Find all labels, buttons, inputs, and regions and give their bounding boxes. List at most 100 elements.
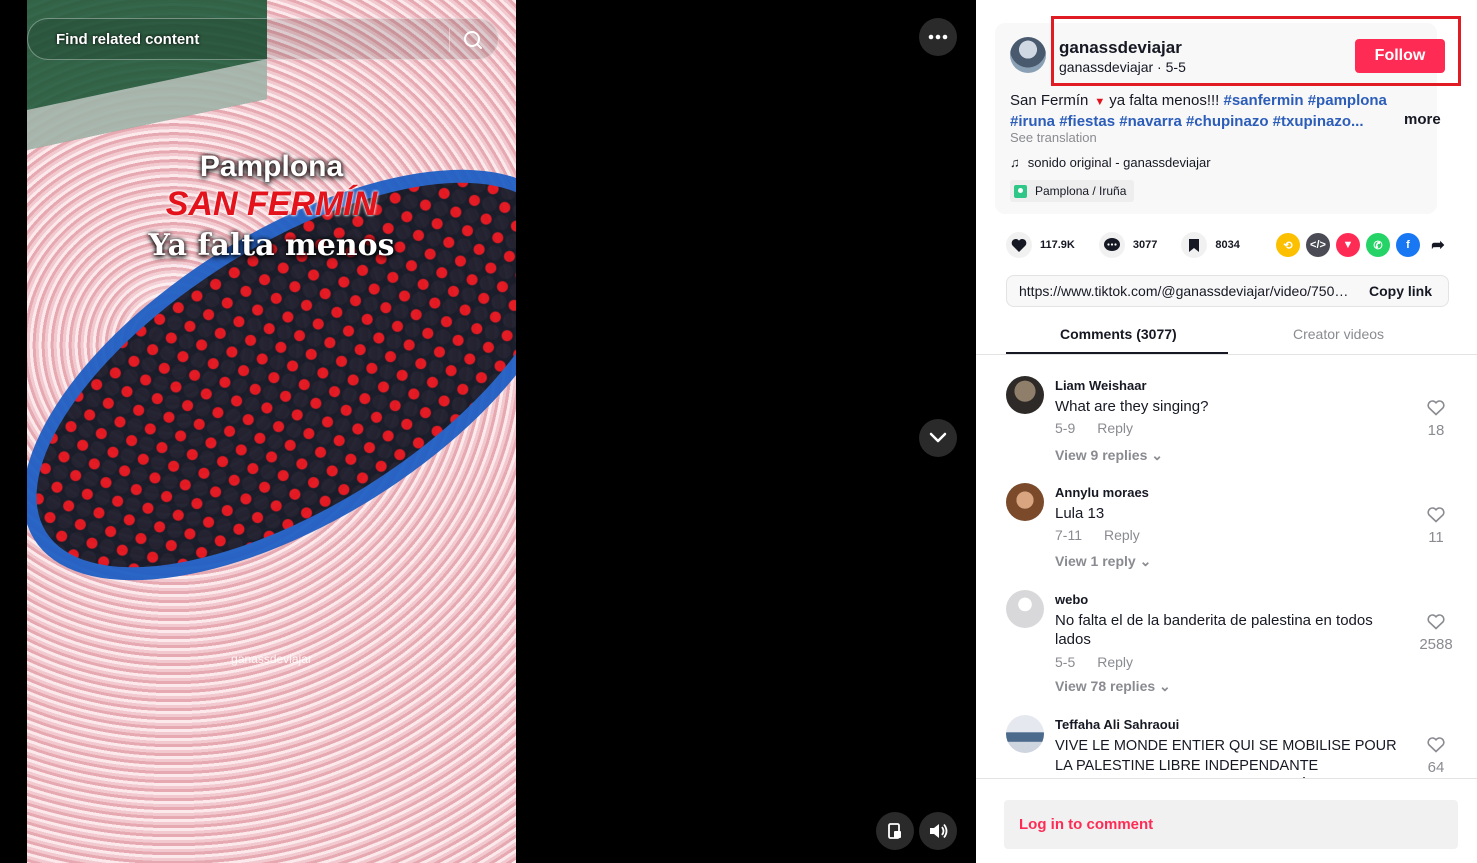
comment-like[interactable]: 2588 (1412, 614, 1460, 653)
comment-list: Liam Weishaar What are they singing? 5-9… (976, 356, 1477, 778)
hashtag-link[interactable]: #txupinazo... (1273, 113, 1364, 130)
author-subline: ganassdeviajar · 5-5 (1059, 59, 1186, 75)
comment-date: 5-9 (1055, 420, 1076, 436)
comment-like[interactable]: 11 (1420, 507, 1452, 546)
video-player-area: Pamplona SAN FERMÍN Ya falta menos ganas… (0, 0, 976, 863)
view-replies-label: View 1 reply (1055, 553, 1136, 569)
bookmark-icon (1181, 232, 1208, 258)
chevron-down-icon[interactable] (919, 419, 957, 457)
comment-username[interactable]: Annylu moraes (1055, 485, 1149, 500)
reply-button[interactable]: Reply (1097, 420, 1133, 436)
related-content-search[interactable]: Find related content (27, 18, 499, 60)
facebook-icon[interactable]: f (1396, 233, 1420, 257)
comment-text: What are they singing? (1055, 398, 1209, 415)
login-to-comment-button[interactable]: Log in to comment (1004, 800, 1458, 849)
tiktok-video-page: Pamplona SAN FERMÍN Ya falta menos ganas… (0, 0, 1477, 863)
tab-bar: Comments (3077) Creator videos (976, 318, 1477, 355)
description-text2: ya falta menos!!! (1109, 92, 1220, 109)
location-pin-icon (1014, 184, 1027, 198)
view-replies-button[interactable]: View 1 reply ⌄ (1055, 553, 1151, 570)
chevron-down-icon: ⌄ (1151, 447, 1163, 463)
comment-action[interactable]: 3077 (1098, 232, 1158, 258)
author-handle[interactable]: ganassdeviajar (1059, 59, 1153, 75)
tab-creator-videos[interactable]: Creator videos (1293, 326, 1384, 342)
avatar[interactable] (1006, 590, 1044, 628)
more-button[interactable]: more (1404, 111, 1441, 128)
engagement-actions: 117.9K 3077 8034 (1006, 232, 1264, 258)
picture-in-picture-icon[interactable] (876, 812, 914, 850)
post-description: San Fermín ▼ ya falta menos!!! #sanfermin … (1010, 91, 1440, 132)
video-frame[interactable]: Pamplona SAN FERMÍN Ya falta menos ganas… (27, 0, 516, 863)
sound-label: sonido original - ganassdeviajar (1027, 155, 1211, 170)
author-separator: · (1153, 59, 1166, 75)
comment-text: No falta el de la banderita de palestina… (1055, 612, 1373, 648)
video-watermark: ganassdeviajar (231, 652, 312, 666)
comment-icon (1098, 232, 1125, 258)
heart-outline-icon (1427, 614, 1445, 630)
location-label: Pamplona / Iruña (1035, 184, 1127, 198)
heart-outline-icon (1427, 737, 1445, 753)
avatar[interactable] (1006, 715, 1044, 753)
whatsapp-icon[interactable]: ✆ (1366, 233, 1390, 257)
comment-username[interactable]: webo (1055, 592, 1088, 607)
save-count: 8034 (1215, 239, 1240, 251)
comment-like[interactable]: 64 (1420, 737, 1452, 776)
hashtag-link[interactable]: #navarra (1119, 113, 1182, 130)
view-replies-button[interactable]: View 9 replies ⌄ (1055, 447, 1163, 464)
tab-comments[interactable]: Comments (3077) (1060, 326, 1177, 342)
sound-link[interactable]: ♫ sonido original - ganassdeviajar (1010, 155, 1211, 170)
avatar[interactable] (1006, 376, 1044, 414)
view-replies-label: View 9 replies (1055, 447, 1148, 463)
comment-login-bar: Log in to comment (976, 778, 1477, 863)
author-name[interactable]: ganassdeviajar (1059, 38, 1182, 58)
view-replies-button[interactable]: View 78 replies ⌄ (1055, 678, 1171, 695)
search-icon[interactable] (458, 25, 488, 55)
post-date: 5-5 (1165, 59, 1186, 75)
follow-button[interactable]: Follow (1355, 39, 1445, 73)
hashtag-link[interactable]: #sanfermin (1224, 92, 1304, 109)
reply-button[interactable]: Reply (1104, 527, 1140, 543)
related-search-placeholder: Find related content (56, 30, 200, 48)
comment-count: 3077 (1132, 239, 1158, 251)
heart-outline-icon (1427, 400, 1445, 416)
hashtag-link[interactable]: #iruna (1010, 113, 1055, 130)
author-avatar[interactable] (1010, 37, 1046, 73)
embed-icon[interactable]: </> (1306, 233, 1330, 257)
share-arrow-icon[interactable]: ➦ (1426, 233, 1450, 257)
volume-icon[interactable] (919, 812, 957, 850)
comment-username[interactable]: Teffaha Ali Sahraoui (1055, 717, 1179, 732)
avatar[interactable] (1006, 483, 1044, 521)
details-panel: ganassdeviajar ganassdeviajar · 5-5 Foll… (976, 0, 1477, 863)
like-count: 117.9K (1040, 239, 1075, 251)
heart-icon (1006, 232, 1032, 258)
search-divider (449, 28, 450, 52)
comment-text: VIVE LE MONDE ENTIER QUI SE MOBILISE POU… (1055, 738, 1397, 774)
comment-date: 5-5 (1055, 654, 1076, 670)
hashtag-link[interactable]: #chupinazo (1186, 113, 1269, 130)
hashtag-link[interactable]: #pamplona (1308, 92, 1387, 109)
comment-like[interactable]: 18 (1420, 400, 1452, 439)
hashtag-link[interactable]: #fiestas (1059, 113, 1115, 130)
comment-date: 7-11 (1055, 527, 1082, 543)
save-action[interactable]: 8034 (1181, 232, 1240, 258)
see-translation-link[interactable]: See translation (1010, 130, 1097, 145)
comment-username[interactable]: Liam Weishaar (1055, 378, 1147, 393)
repost-icon[interactable]: ⟲ (1276, 233, 1300, 257)
video-caption-line3: Ya falta menos (148, 228, 395, 263)
send-icon[interactable]: ▼ (1336, 233, 1360, 257)
share-options: ⟲ </> ▼ ✆ f ➦ (1276, 233, 1450, 257)
heart-icon: ▼ (1094, 96, 1106, 108)
copy-link-button[interactable]: Copy link (1369, 283, 1432, 299)
video-url[interactable]: https://www.tiktok.com/@ganassdeviajar/v… (1019, 283, 1353, 299)
like-action[interactable]: 117.9K (1006, 232, 1075, 258)
login-to-comment-label: Log in to comment (1019, 816, 1154, 833)
more-options-icon[interactable] (919, 18, 957, 56)
heart-outline-icon (1427, 507, 1445, 523)
comment-meta: 5-9 Reply (1055, 420, 1133, 436)
video-link-box: https://www.tiktok.com/@ganassdeviajar/v… (1006, 275, 1449, 307)
chevron-down-icon: ⌄ (1159, 678, 1171, 694)
video-caption-line2: SAN FERMÍN (165, 185, 378, 223)
location-tag[interactable]: Pamplona / Iruña (1010, 180, 1135, 202)
video-caption-line1: Pamplona (199, 150, 344, 183)
reply-button[interactable]: Reply (1097, 654, 1133, 670)
